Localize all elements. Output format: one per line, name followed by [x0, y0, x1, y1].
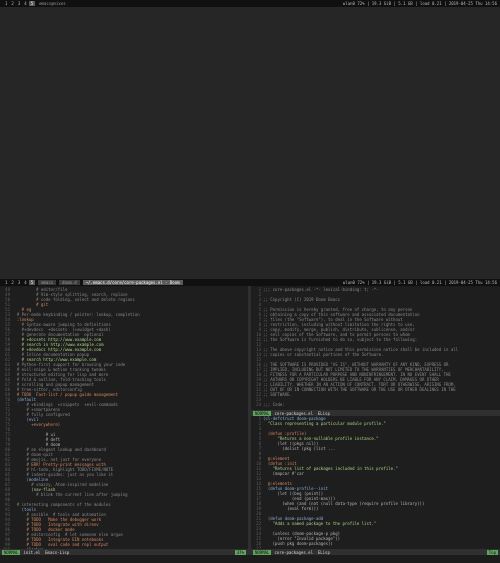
evil-state: NORMAL [253, 410, 272, 416]
buffer-name[interactable]: init.el [23, 550, 40, 555]
buffer-position: Top [486, 549, 498, 555]
empty-workspace [0, 7, 500, 279]
window-tab-doom[interactable]: doom.d [59, 280, 80, 285]
code-text: ;;; Code: [263, 402, 285, 407]
major-mode: ELisp [317, 549, 330, 555]
window-tab-emacs[interactable]: emacs [38, 280, 57, 285]
editor-window-bottom[interactable]: 1 (cl-defstruct doom-package 2 "Class repr… [251, 416, 500, 549]
evil-state: NORMAL [253, 549, 272, 555]
workspace-active[interactable]: 5 [28, 280, 36, 285]
major-mode: ELisp [317, 410, 330, 416]
evil-state: NORMAL [2, 549, 21, 555]
major-mode: Emacs-Lisp [45, 549, 70, 555]
editor-pane-right[interactable]: 1;;; core-packages.el -*- lexical-bindin… [251, 287, 500, 549]
top-status-bar: 1 2 3 4 5 emacs@nixos wlan0 72% | 19.3 G… [0, 0, 500, 7]
echo-area [0, 555, 500, 563]
system-status: wlan0 72% | 19.3 GiB | 5.1 GB | load 0.2… [342, 280, 497, 285]
buffer-position: 37% [234, 549, 246, 555]
editor-window-top[interactable]: 1;;; core-packages.el -*- lexical-bindin… [251, 287, 500, 407]
window-tab-focused[interactable]: ~/.emacs.d/core/core-packages.el - Doom [82, 280, 183, 285]
editor-pane-left[interactable]: 48 # editor/file 49 # Vim-style splitting… [0, 287, 248, 549]
workspace-active[interactable]: 5 [28, 1, 36, 6]
window-title: emacs@nixos [39, 1, 66, 6]
buffer-name[interactable]: core-packages.el [274, 411, 313, 416]
code-line[interactable]: 24;;; Code: [251, 402, 500, 407]
line-number: 24 [256, 402, 261, 407]
bottom-status-bar: 1 2 3 4 5 emacs doom.d ~/.emacs.d/core/c… [0, 279, 500, 286]
buffer-name[interactable]: core-packages.el [274, 550, 313, 555]
system-status: wlan0 72% | 19.3 GiB | 5.1 GB | load 0.2… [342, 1, 497, 6]
